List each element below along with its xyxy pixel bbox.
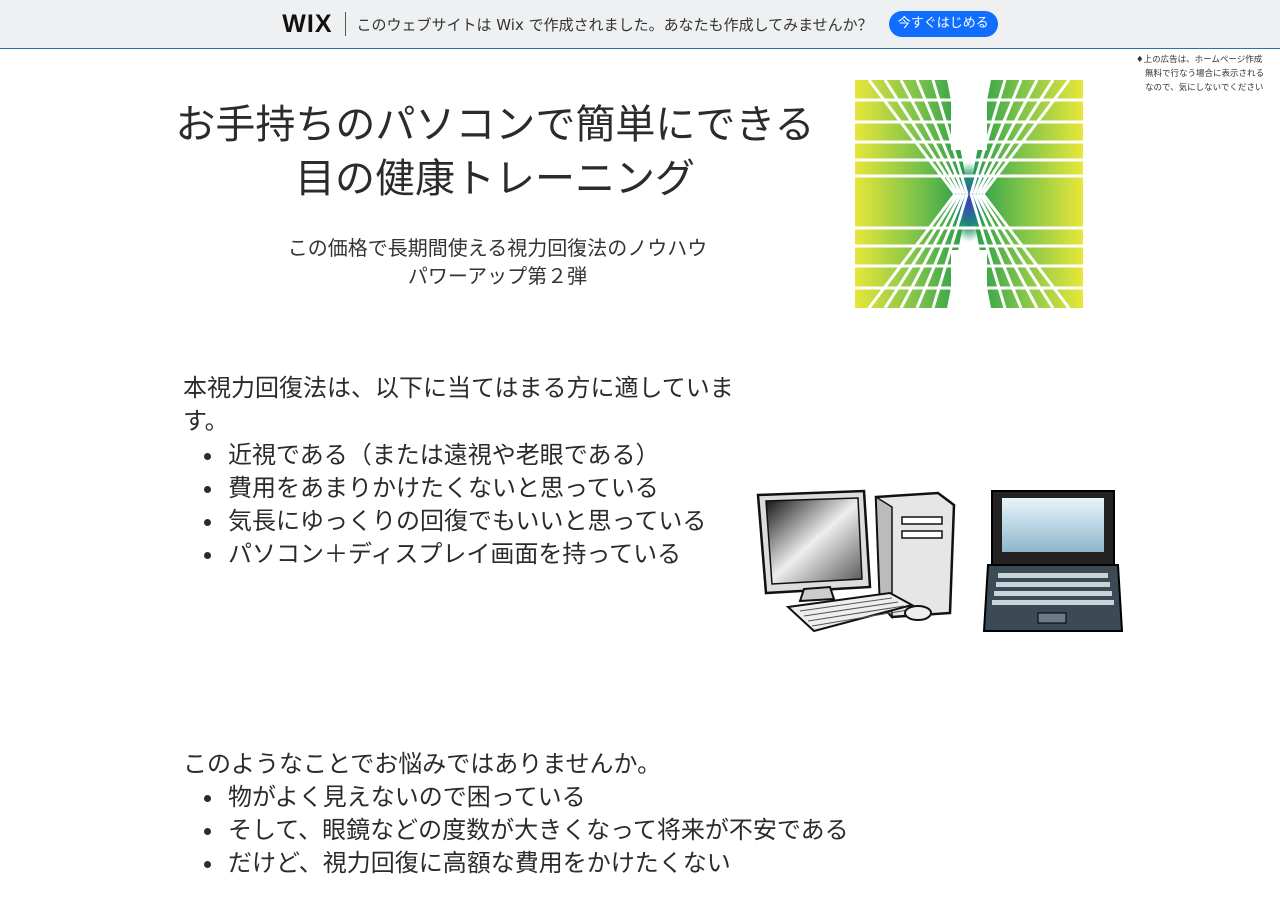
ad-note-line3: なので、気にしないでください — [1145, 83, 1264, 93]
ad-note: ♦上の広告は、ホームページ作成 無料で行なう場合に表示される なので、気にしない… — [1136, 53, 1280, 95]
suitability-intro-line2: す。 — [183, 407, 229, 435]
list-item: だけど、視力回復に高額な費用をかけたくない — [183, 847, 849, 880]
ad-note-line1: ♦上の広告は、ホームページ作成 — [1136, 55, 1263, 65]
suitability-list: 近視である（または遠視や老眼である） 費用をあまりかけたくないと思っている 気長… — [183, 439, 706, 571]
desktop-and-laptop-computer-icon — [756, 489, 1124, 633]
wix-promo-bar: WIX このウェブサイトは Wix で作成されました。あなたも作成してみませんか… — [0, 0, 1280, 49]
list-item: そして、眼鏡などの度数が大きくなって将来が不安である — [183, 814, 849, 847]
page-subtitle: この価格で長期間使える視力回復法のノウハウ パワーアップ第２弾 — [230, 234, 765, 290]
wix-logo[interactable]: WIX — [282, 12, 346, 37]
eye-training-pattern-icon — [855, 80, 1083, 308]
page-subtitle-line1: この価格で長期間使える視力回復法のノウハウ — [287, 236, 708, 260]
concerns-list: 物がよく見えないので困っている そして、眼鏡などの度数が大きくなって将来が不安で… — [183, 781, 849, 880]
page-title-line2: 目の健康トレーニング — [295, 156, 695, 202]
suitability-intro-line1: 本視力回復法は、以下に当てはまる方に適していま — [183, 374, 734, 402]
suitability-intro: 本視力回復法は、以下に当てはまる方に適していま す。 — [183, 372, 783, 438]
list-item: 近視である（または遠視や老眼である） — [183, 439, 706, 472]
start-now-button[interactable]: 今すぐはじめる — [888, 11, 998, 37]
list-item: 気長にゆっくりの回復でもいいと思っている — [183, 505, 706, 538]
concerns-intro: このようなことでお悩みではありませんか。 — [183, 750, 662, 778]
page-title-line1: お手持ちのパソコンで簡単にできる — [175, 102, 815, 148]
wix-promo-message: このウェブサイトは Wix で作成されました。あなたも作成してみませんか？ — [356, 15, 873, 34]
list-item: 費用をあまりかけたくないと思っている — [183, 472, 706, 505]
page-title: お手持ちのパソコンで簡単にできる 目の健康トレーニング — [150, 98, 840, 206]
list-item: パソコン＋ディスプレイ画面を持っている — [183, 538, 706, 571]
ad-note-line2: 無料で行なう場合に表示される — [1145, 69, 1265, 79]
list-item: 物がよく見えないので困っている — [183, 781, 849, 814]
page-subtitle-line2: パワーアップ第２弾 — [407, 264, 588, 288]
